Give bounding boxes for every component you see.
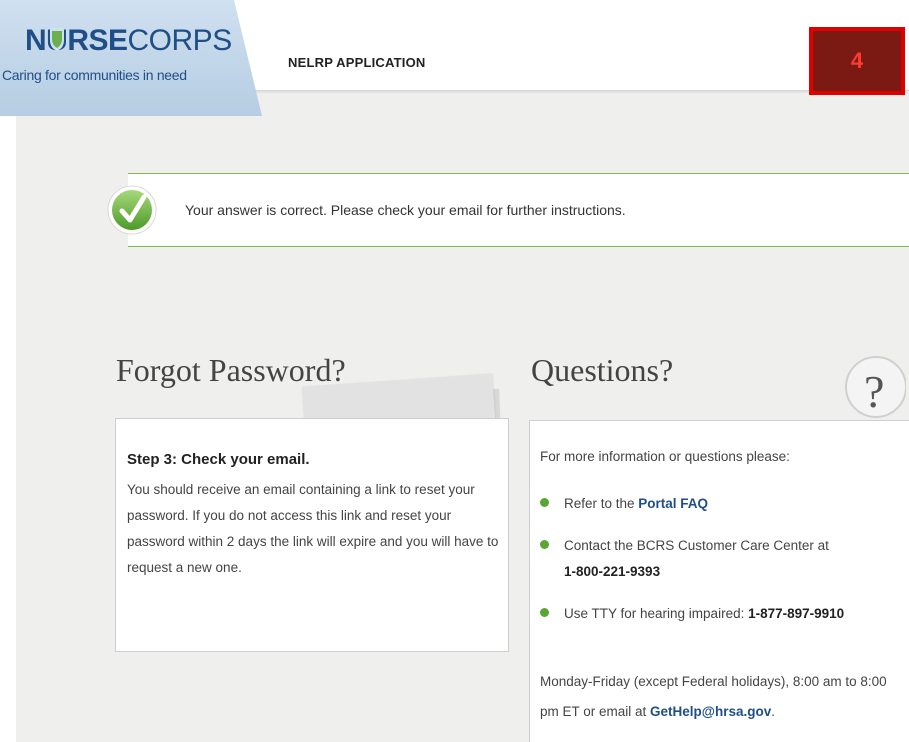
questions-title: Questions?	[531, 352, 674, 388]
list-item: Use TTY for hearing impaired: 1-877-897-…	[540, 601, 900, 627]
portal-faq-link[interactable]: Portal FAQ	[638, 496, 708, 511]
list-item: Refer to the Portal FAQ	[540, 491, 900, 517]
questions-card: For more information or questions please…	[529, 420, 909, 742]
logo-nurse-text: NURSE	[25, 24, 128, 57]
check-circle-icon	[107, 185, 157, 235]
step-body: You should receive an email containing a…	[127, 482, 499, 575]
list-item-text: Contact the BCRS Customer Care Center at	[564, 538, 829, 553]
questions-intro: For more information or questions please…	[540, 449, 790, 464]
email-link[interactable]: GetHelp@hrsa.gov	[650, 704, 771, 719]
green-dot-icon	[540, 608, 549, 617]
tty-phone: 1-877-897-9910	[748, 606, 845, 621]
success-banner: Your answer is correct. Please check you…	[128, 173, 909, 247]
logo-corps-text: CORPS	[127, 24, 233, 57]
logo-panel[interactable]: NURSECORPS Caring for communities in nee…	[0, 0, 262, 116]
question-mark-icon: ?	[845, 356, 906, 418]
green-dot-icon	[540, 498, 549, 507]
success-message: Your answer is correct. Please check you…	[185, 202, 626, 218]
logo-tagline: Caring for communities in need	[2, 67, 187, 83]
app-title: NELRP APPLICATION	[288, 55, 426, 70]
forgot-password-title: Forgot Password?	[116, 352, 346, 388]
instructions-card: Step 3: Check your email. You should rec…	[115, 418, 509, 652]
list-item-text: Refer to the	[564, 496, 639, 511]
shield-icon	[50, 28, 64, 51]
list-item-text: Use TTY for hearing impaired:	[564, 606, 749, 621]
list-item: Contact the BCRS Customer Care Center at…	[540, 533, 900, 585]
questions-list: Refer to the Portal FAQ Contact the BCRS…	[540, 491, 900, 643]
customer-care-phone: 1-800-221-9393	[564, 564, 661, 579]
green-dot-icon	[540, 540, 549, 549]
svg-text:?: ?	[864, 366, 884, 417]
step-heading: Step 3: Check your email.	[127, 451, 310, 468]
hours-end: .	[771, 704, 776, 719]
hours-text: Monday-Friday (except Federal holidays),…	[540, 667, 902, 727]
step-badge: 4	[809, 27, 905, 95]
step-number: 4	[813, 31, 901, 91]
